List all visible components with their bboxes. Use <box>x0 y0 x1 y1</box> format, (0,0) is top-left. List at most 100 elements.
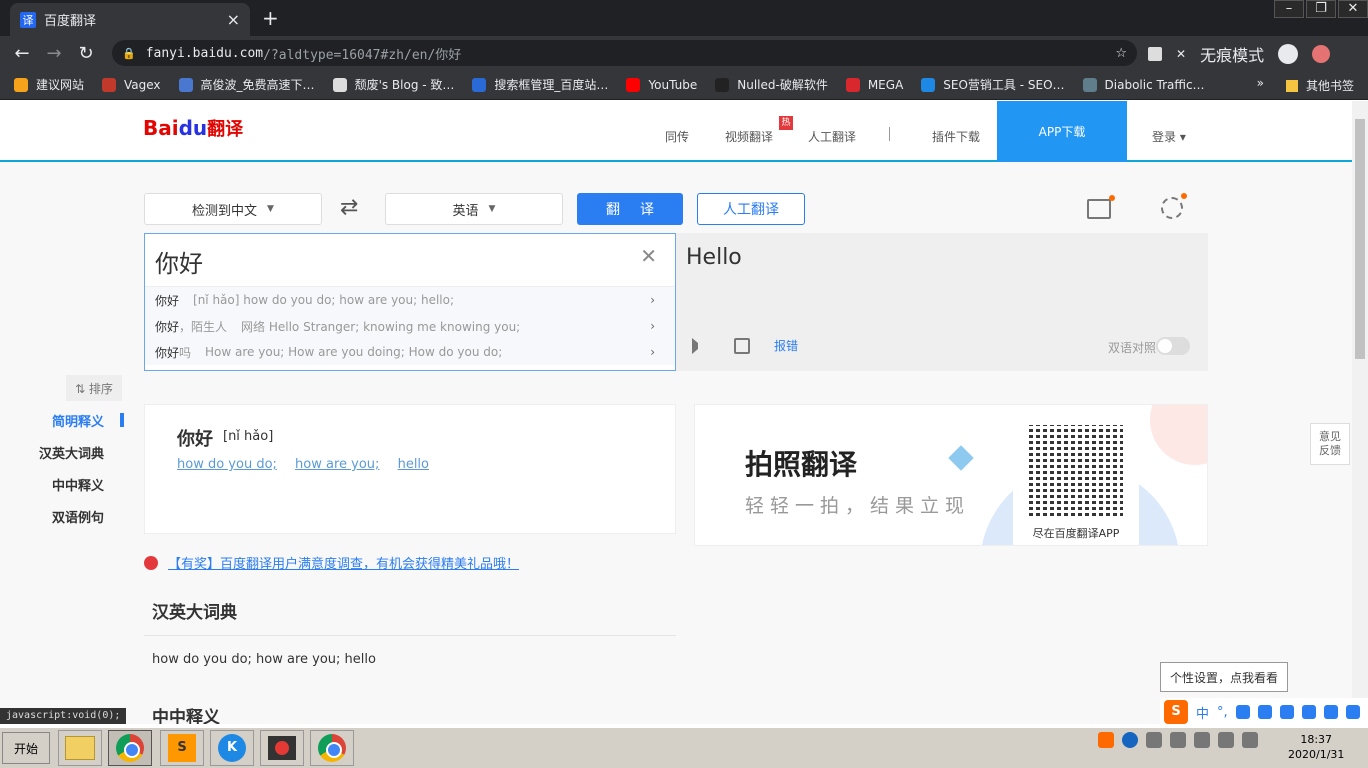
lock-icon[interactable]: 🔒 <box>122 47 136 60</box>
speaker-icon[interactable] <box>692 337 710 354</box>
taskbar-k-app[interactable]: K <box>210 730 254 766</box>
human-translate-button[interactable]: 人工翻译 <box>697 193 805 225</box>
source-language-select[interactable]: 检测到中文 ▼ <box>144 193 322 225</box>
logo-cn: 翻译 <box>207 119 244 140</box>
translate-button[interactable]: 翻译 <box>577 193 683 225</box>
nav-bilingual-examples[interactable]: 双语例句 <box>0 507 124 539</box>
meaning-link[interactable]: how are you; <box>295 457 379 472</box>
incognito-icon[interactable] <box>1278 44 1299 64</box>
scrollbar-thumb[interactable] <box>1355 119 1365 359</box>
page-content: Baidu翻译 同传 视频翻译 热 人工翻译 插件下载 APP下载 登录 ▾ 检… <box>0 101 1352 724</box>
favorites-icon[interactable] <box>1087 195 1115 219</box>
bookmark-item[interactable]: Nulled-破解软件 <box>715 76 828 93</box>
microphone-icon[interactable] <box>1257 705 1272 719</box>
start-button[interactable]: 开始 <box>2 732 50 764</box>
definition-meanings: how do you do; how are you; hello <box>177 457 443 472</box>
nav-human-translate[interactable]: 人工翻译 <box>808 128 856 145</box>
suggestion-item[interactable]: 你好吗 How are you; How are you doing; How … <box>145 339 675 365</box>
toolbox-icon[interactable] <box>1345 705 1360 719</box>
bookmark-item[interactable]: Vagex <box>102 77 161 92</box>
page-scrollbar[interactable] <box>1352 101 1368 724</box>
taskbar-sublime[interactable]: S <box>160 730 204 766</box>
login-link[interactable]: 登录 ▾ <box>1152 128 1186 145</box>
browser-menu-icon[interactable] <box>1312 45 1331 63</box>
bookmark-item[interactable]: YouTube <box>626 77 697 92</box>
new-tab-button[interactable]: + <box>262 6 279 30</box>
tray-expand-icon[interactable] <box>1146 732 1162 748</box>
suggestion-item[interactable]: 你好 [nǐ hǎo] how do you do; how are you; … <box>145 287 675 313</box>
feedback-button[interactable]: 意见 反馈 <box>1310 423 1350 465</box>
taskbar-chrome-active[interactable] <box>108 730 152 766</box>
report-error-link[interactable]: 报错 <box>774 337 798 354</box>
taskbar-chrome[interactable] <box>310 730 354 766</box>
bookmark-favicon-icon <box>715 77 730 92</box>
restore-button[interactable]: ❐ <box>1306 0 1336 18</box>
taskbar-recorder[interactable] <box>260 730 304 766</box>
suggestion-item[interactable]: 你好 ，陌生人 网络 Hello Stranger; knowing me kno… <box>145 313 675 339</box>
suggestion-key-suffix: 吗 <box>179 345 192 360</box>
nav-video-translate[interactable]: 视频翻译 <box>725 128 773 145</box>
sublime-icon: S <box>168 734 196 762</box>
system-tray <box>1098 732 1258 748</box>
settings-gear-icon[interactable] <box>1161 193 1187 219</box>
close-window-button[interactable]: ✕ <box>1338 0 1368 18</box>
meaning-link[interactable]: hello <box>398 457 429 472</box>
back-icon[interactable]: ← <box>6 43 38 64</box>
punctuation-icon[interactable]: °, <box>1217 705 1228 720</box>
bookmark-item[interactable]: 高俊波_免费高速下… <box>178 76 315 93</box>
bookmarks-overflow-icon[interactable]: » <box>1257 76 1264 90</box>
emoji-icon[interactable] <box>1235 705 1250 719</box>
bookmark-item[interactable]: 建议网站 <box>14 76 84 93</box>
app-download-button[interactable]: APP下载 <box>997 101 1127 162</box>
nav-plugin-download[interactable]: 插件下载 <box>932 128 980 145</box>
ime-mode-label[interactable]: 中 <box>1196 703 1209 722</box>
bookmark-item[interactable]: Diabolic Traffic… <box>1082 77 1205 92</box>
safely-remove-icon[interactable] <box>1194 732 1210 748</box>
minimize-button[interactable]: – <box>1274 0 1304 18</box>
copy-icon[interactable] <box>734 337 750 354</box>
signal-icon[interactable] <box>1218 732 1234 748</box>
address-bar[interactable]: 🔒 fanyi.baidu.com /?aldtype=16047#zh/en/… <box>112 40 1137 66</box>
output-toolbar: 报错 <box>692 337 798 354</box>
reload-icon[interactable]: ↻ <box>70 43 102 64</box>
sort-button[interactable]: ⇅ 排序 <box>66 375 122 401</box>
photo-translate-ad[interactable]: 拍照翻译 轻轻一拍，结果立现 尽在百度翻译APP <box>694 404 1208 546</box>
bookmark-item[interactable]: SEO营销工具 - SEO… <box>921 76 1065 93</box>
bookmark-item[interactable]: 搜索框管理_百度站… <box>472 76 608 93</box>
system-clock[interactable]: 18:37 2020/1/31 <box>1288 732 1344 762</box>
meaning-link[interactable]: how do you do; <box>177 457 277 472</box>
help-icon[interactable] <box>1122 732 1138 748</box>
taskbar-explorer[interactable] <box>58 730 102 766</box>
bookmark-item[interactable]: 颓废's Blog - 致… <box>332 76 454 93</box>
source-text-area[interactable]: 你好 ✕ 你好 [nǐ hǎo] how do you do; how are … <box>144 233 676 371</box>
source-text[interactable]: 你好 <box>155 244 203 279</box>
suggestion-value: 网络 Hello Stranger; knowing me knowing yo… <box>241 319 521 334</box>
baidu-translate-logo[interactable]: Baidu翻译 <box>143 115 243 141</box>
network-icon[interactable] <box>1170 732 1186 748</box>
nav-concise-definition[interactable]: 简明释义 <box>0 411 124 443</box>
nav-chinese-definition[interactable]: 中中释义 <box>0 475 124 507</box>
bookmark-item[interactable]: MEGA <box>845 77 903 92</box>
clear-input-icon[interactable]: ✕ <box>640 244 657 268</box>
nav-chinese-english-dictionary[interactable]: 汉英大词典 <box>0 443 124 475</box>
bookmark-star-icon[interactable]: ☆ <box>1115 46 1127 61</box>
bilingual-toggle[interactable] <box>1156 337 1190 355</box>
skin-icon[interactable] <box>1323 705 1338 719</box>
close-tab-icon[interactable]: × <box>227 10 240 29</box>
extension-close-icon[interactable]: ✕ <box>1176 47 1186 61</box>
status-bar-url: javascript:void(0); <box>0 708 126 724</box>
survey-text[interactable]: 【有奖】百度翻译用户满意度调查，有机会获得精美礼品哦！ <box>168 553 519 572</box>
keyboard-icon[interactable] <box>1279 705 1294 719</box>
user-icon[interactable] <box>1301 705 1316 719</box>
target-language-select[interactable]: 英语 ▼ <box>385 193 563 225</box>
forward-icon[interactable]: → <box>38 43 70 64</box>
volume-icon[interactable] <box>1242 732 1258 748</box>
other-bookmarks-folder[interactable]: 其他书签 <box>1285 77 1354 94</box>
swap-languages-icon[interactable]: ⇄ <box>340 195 358 220</box>
sogou-ime-logo[interactable]: S <box>1164 700 1188 724</box>
sogou-tray-icon[interactable] <box>1098 732 1114 748</box>
nav-simultaneous[interactable]: 同传 <box>665 128 689 145</box>
extension-icon[interactable] <box>1148 47 1162 61</box>
tab-baidu-translate[interactable]: 译 百度翻译 × <box>10 3 250 36</box>
survey-link[interactable]: 【有奖】百度翻译用户满意度调查，有机会获得精美礼品哦！ <box>144 553 519 572</box>
